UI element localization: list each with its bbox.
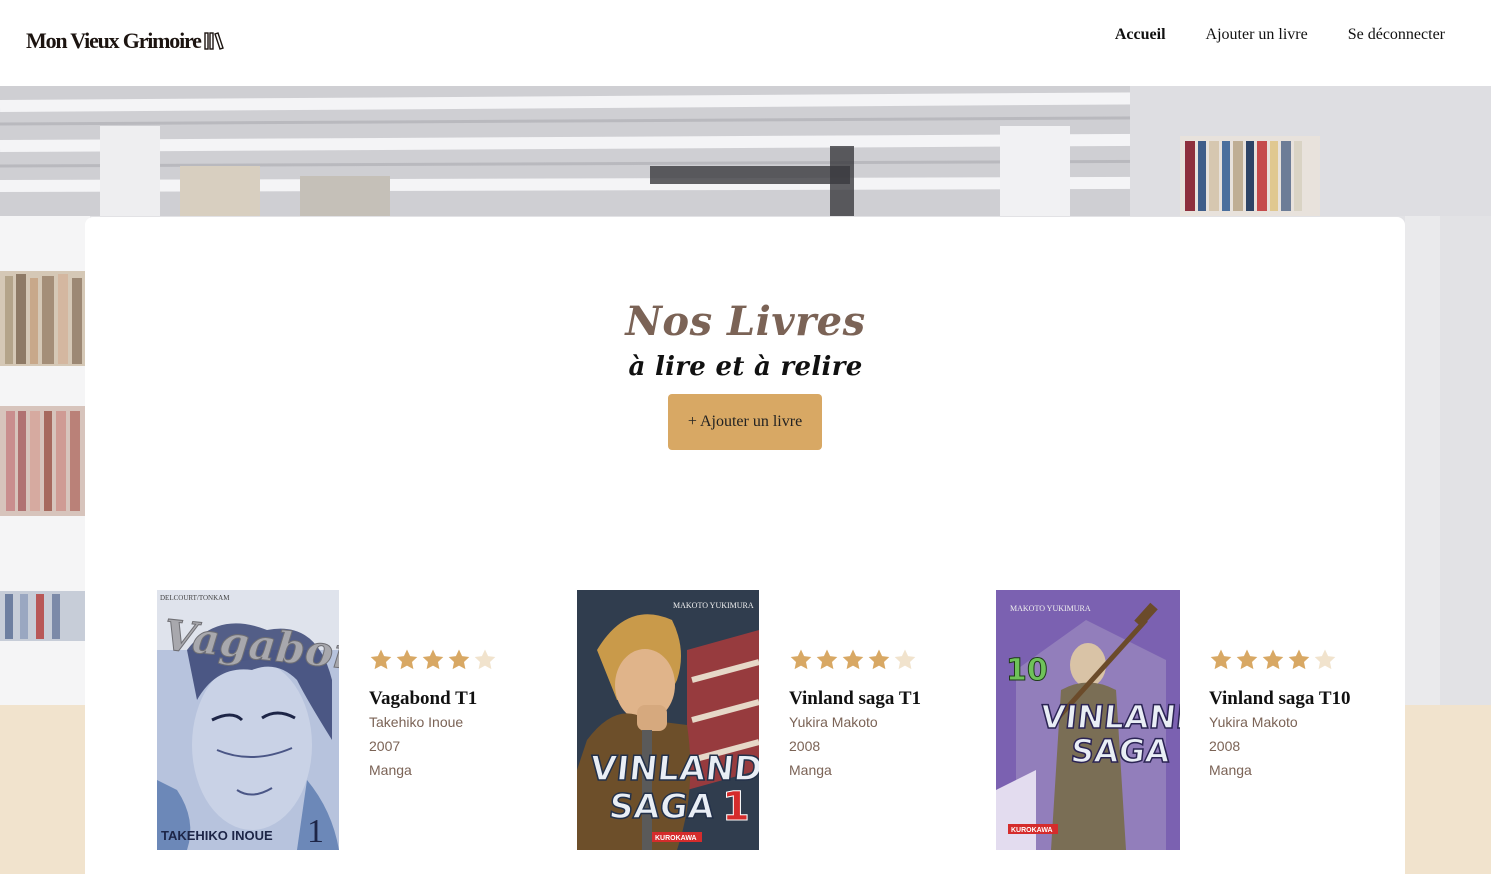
book-title[interactable]: Vinland saga T1 — [789, 688, 921, 710]
cover-volume-text: 1 — [307, 813, 324, 850]
book-title[interactable]: Vagabond T1 — [369, 688, 497, 710]
star-filled-icon — [422, 649, 444, 670]
cover-author-text: MAKOTO YUKIMURA — [673, 601, 754, 610]
cover-publisher-text: DELCOURT/TONKAM — [160, 594, 230, 602]
cover-logo-line2: SAGA — [1069, 732, 1172, 770]
book-genre: Manga — [369, 762, 412, 778]
star-filled-icon — [1262, 649, 1284, 670]
star-filled-icon — [816, 649, 838, 670]
star-filled-icon — [448, 649, 470, 670]
cover-volume-text: 1 — [722, 784, 750, 830]
nav-ajouter-livre[interactable]: Ajouter un livre — [1206, 26, 1308, 44]
star-empty-icon — [1314, 649, 1336, 670]
rating-stars — [789, 648, 921, 674]
main-nav: Accueil Ajouter un livre Se déconnecter — [1115, 26, 1445, 44]
star-filled-icon — [868, 649, 890, 670]
logo-text: Mon Vieux Grimoire — [26, 28, 202, 53]
cover-volume-text: 10 — [1006, 653, 1048, 688]
book-genre: Manga — [789, 762, 832, 778]
book-cover-image[interactable]: DELCOURT/TONKAM Vagabond TAKEHIKO INOUE … — [157, 590, 339, 850]
book-year: 2008 — [789, 738, 821, 754]
cover-logo-line1: VINLAND — [1039, 698, 1180, 736]
cover-logo-line2: SAGA — [607, 787, 717, 827]
star-empty-icon — [474, 649, 496, 670]
cover-author-text: MAKOTO YUKIMURA — [1010, 604, 1091, 613]
cover-logo-line1: VINLAND — [588, 749, 759, 789]
nav-deconnecter[interactable]: Se déconnecter — [1348, 26, 1445, 44]
star-filled-icon — [396, 649, 418, 670]
book-info: Vagabond T1 Takehiko Inoue 2007 Manga — [369, 648, 497, 782]
book-author: Yukira Makoto — [1209, 714, 1298, 730]
star-empty-icon — [894, 649, 916, 670]
star-filled-icon — [790, 649, 812, 670]
nav-accueil[interactable]: Accueil — [1115, 26, 1166, 44]
site-logo[interactable]: Mon Vieux Grimoire — [26, 28, 224, 54]
star-filled-icon — [842, 649, 864, 670]
star-filled-icon — [1210, 649, 1232, 670]
add-book-button[interactable]: + Ajouter un livre — [668, 394, 822, 450]
star-filled-icon — [1288, 649, 1310, 670]
book-title[interactable]: Vinland saga T10 — [1209, 688, 1351, 710]
book-year: 2008 — [1209, 738, 1241, 754]
book-year: 2007 — [369, 738, 401, 754]
site-header: Mon Vieux Grimoire Accueil Ajouter un li… — [0, 0, 1491, 86]
book-info: Vinland saga T1 Yukira Makoto 2008 Manga — [789, 648, 921, 782]
rating-stars — [369, 648, 497, 674]
book-cover-image[interactable]: MAKOTO YUKIMURA 10 VINLAND SAGA KUROKAWA — [996, 590, 1180, 850]
books-logo-icon — [204, 32, 224, 50]
star-filled-icon — [1236, 649, 1258, 670]
book-genre: Manga — [1209, 762, 1252, 778]
cover-publisher-text: KUROKAWA — [655, 835, 697, 842]
page-subtitle: à lire et à relire — [628, 352, 863, 382]
book-cover-image[interactable]: MAKOTO YUKIMURA VINLAND SAGA 1 KUROKAWA — [577, 590, 759, 850]
book-info: Vinland saga T10 Yukira Makoto 2008 Mang… — [1209, 648, 1351, 782]
star-filled-icon — [370, 649, 392, 670]
page-title: Nos Livres — [625, 298, 866, 345]
book-author: Takehiko Inoue — [369, 714, 464, 730]
book-author: Yukira Makoto — [789, 714, 878, 730]
cover-author-text: TAKEHIKO INOUE — [161, 828, 273, 843]
rating-stars — [1209, 648, 1351, 674]
cover-publisher-text: KUROKAWA — [1011, 827, 1053, 834]
